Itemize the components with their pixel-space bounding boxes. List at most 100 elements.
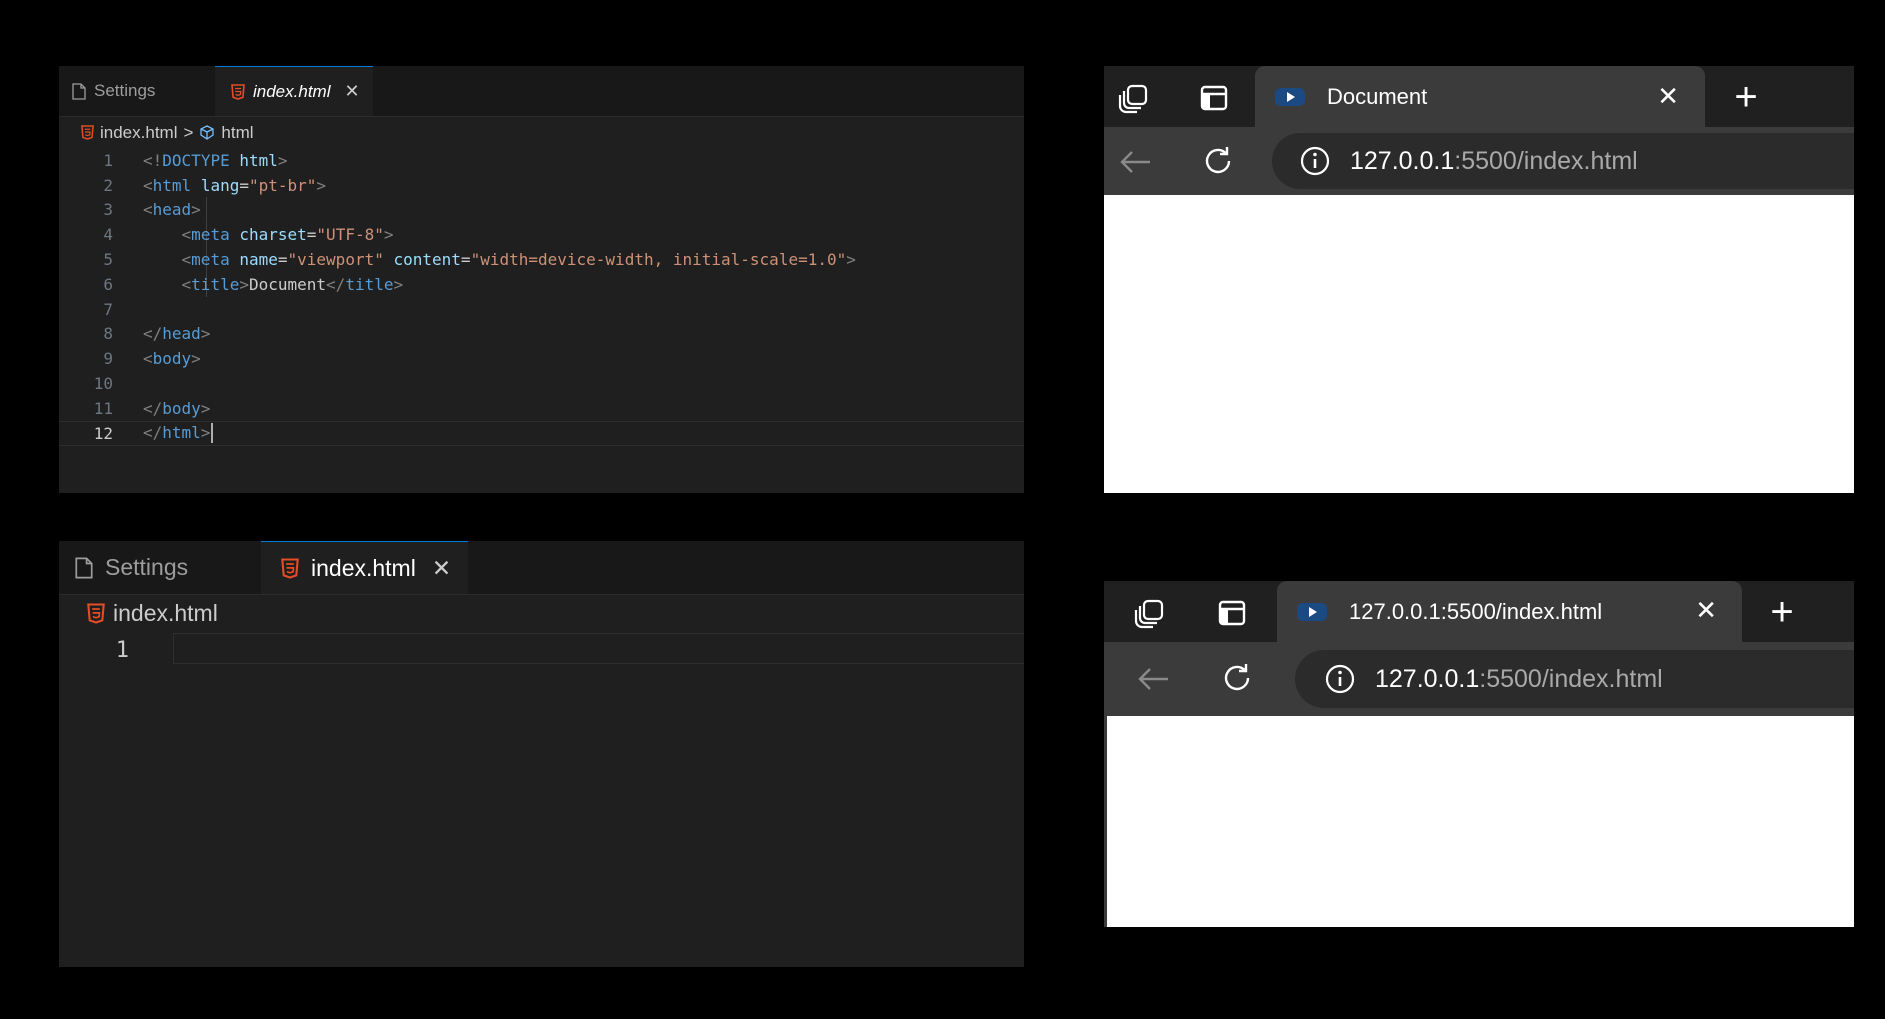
html5-icon <box>231 83 245 100</box>
line-number: 9 <box>103 349 113 369</box>
code-line: 1 <box>59 633 1024 667</box>
code-text: <html lang="pt-br"> <box>143 175 327 195</box>
code-line: 10 <box>59 371 1024 396</box>
file-icon <box>72 82 86 100</box>
line-number: 1 <box>115 637 129 663</box>
text-cursor <box>211 423 214 444</box>
code-text: </body> <box>143 398 211 418</box>
file-icon <box>75 557 93 579</box>
breadcrumb-separator: > <box>183 122 194 142</box>
browser-toolbar: 127.0.0.1:5500/index.html <box>1104 127 1854 195</box>
workspaces-icon[interactable] <box>1114 78 1154 118</box>
tab-index-html[interactable]: index.html ✕ <box>215 66 373 116</box>
page-content <box>1107 716 1854 927</box>
live-server-favicon <box>1275 87 1305 106</box>
code-line: 1 <!DOCTYPE html> <box>59 148 1024 173</box>
line-number: 11 <box>93 398 113 418</box>
code-line: 7 <box>59 297 1024 322</box>
code-line: 2 <html lang="pt-br"> <box>59 173 1024 198</box>
code-line: 5 <meta name="viewport" content="width=d… <box>59 247 1024 272</box>
html5-icon <box>81 125 94 140</box>
code-line: 4 <meta charset="UTF-8"> <box>59 222 1024 247</box>
address-bar[interactable]: 127.0.0.1:5500/index.html <box>1295 650 1854 708</box>
breadcrumb-file[interactable]: index.html <box>113 600 218 627</box>
browser-window-bottom: 127.0.0.1:5500/index.html ✕ + 127.0.0.1:… <box>1104 581 1854 927</box>
address-bar[interactable]: 127.0.0.1:5500/index.html <box>1272 133 1854 189</box>
reload-icon[interactable] <box>1215 656 1259 700</box>
code-line: 3 <head> <box>59 198 1024 223</box>
code-line: 9 <body> <box>59 346 1024 371</box>
workspaces-icon[interactable] <box>1130 593 1170 633</box>
code-text: <meta name="viewport" content="width=dev… <box>181 250 856 270</box>
code-text: </html> <box>143 423 1024 444</box>
code-text: <title>Document</title> <box>181 274 404 294</box>
code-line: 12 </html> <box>59 420 1024 446</box>
html5-icon <box>87 602 105 624</box>
browser-tab-strip: 127.0.0.1:5500/index.html ✕ + <box>1104 581 1854 642</box>
breadcrumb: index.html <box>59 595 1024 631</box>
line-number: 5 <box>103 250 113 270</box>
tab-label: index.html <box>311 554 416 581</box>
tab-actions-icon[interactable] <box>1194 78 1234 118</box>
browser-toolbar: 127.0.0.1:5500/index.html <box>1104 642 1854 716</box>
tab-label: Settings <box>94 81 156 100</box>
code-text: <head> <box>143 200 201 220</box>
current-line-highlight <box>173 633 1024 664</box>
tab-settings[interactable]: Settings <box>59 66 215 116</box>
tab-actions-icon[interactable] <box>1212 593 1252 633</box>
code-editor-top: Settings index.html ✕ index.html > html … <box>59 66 1024 493</box>
back-arrow-icon[interactable] <box>1132 658 1174 700</box>
editor-tab-bar: Settings index.html ✕ <box>59 66 1024 117</box>
line-number: 4 <box>103 225 113 245</box>
close-tab-icon[interactable]: ✕ <box>1695 595 1717 626</box>
close-icon[interactable]: ✕ <box>344 81 359 102</box>
url-path: :5500/index.html <box>1479 664 1663 693</box>
line-number: 1 <box>103 150 113 170</box>
page-content <box>1104 195 1854 493</box>
code-text: <meta charset="UTF-8"> <box>181 225 394 245</box>
code-text: </head> <box>143 324 211 344</box>
line-number: 7 <box>103 299 113 319</box>
breadcrumb-file[interactable]: index.html <box>100 123 177 143</box>
site-info-icon[interactable] <box>1300 146 1330 176</box>
line-number: 8 <box>103 324 113 344</box>
code-editor-bottom: Settings index.html ✕ index.html 1 <box>59 541 1024 967</box>
close-icon[interactable]: ✕ <box>432 555 451 582</box>
tab-index-html[interactable]: index.html ✕ <box>261 541 468 594</box>
line-number: 12 <box>93 423 113 443</box>
code-text: <!DOCTYPE html> <box>143 150 288 170</box>
breadcrumb-element[interactable]: html <box>221 123 253 143</box>
html5-icon <box>281 557 299 579</box>
editor-tab-bar: Settings index.html ✕ <box>59 541 1024 595</box>
cube-icon <box>199 125 215 140</box>
close-tab-icon[interactable]: ✕ <box>1657 81 1679 112</box>
code-area[interactable]: 1 <!DOCTYPE html> 2 <html lang="pt-br"> 3 <he… <box>59 148 1024 446</box>
line-number: 2 <box>103 175 113 195</box>
code-area[interactable]: 1 <box>59 633 1024 667</box>
tab-title: 127.0.0.1:5500/index.html <box>1349 598 1603 624</box>
code-line: 6 <title>Document</title> <box>59 272 1024 297</box>
reload-icon[interactable] <box>1196 139 1240 183</box>
line-number: 3 <box>103 200 113 220</box>
breadcrumb: index.html > html <box>59 117 1024 148</box>
line-number: 6 <box>103 274 113 294</box>
browser-window-top: Document ✕ + 127.0.0.1:5500/index.html <box>1104 66 1854 493</box>
line-number: 10 <box>93 374 113 394</box>
browser-tab-strip: Document ✕ + <box>1104 66 1854 127</box>
new-tab-icon[interactable]: + <box>1759 589 1805 635</box>
back-arrow-icon[interactable] <box>1114 141 1156 183</box>
url-host: 127.0.0.1 <box>1375 664 1480 693</box>
code-line: 8 </head> <box>59 322 1024 347</box>
tab-title: Document <box>1327 83 1428 109</box>
new-tab-icon[interactable]: + <box>1723 74 1769 120</box>
browser-tab-document[interactable]: Document ✕ <box>1255 66 1705 127</box>
live-server-favicon <box>1297 602 1327 621</box>
tab-label: Settings <box>105 554 189 580</box>
url-path: :5500/index.html <box>1454 146 1638 175</box>
code-text: <body> <box>143 349 201 369</box>
tab-settings[interactable]: Settings <box>59 541 261 594</box>
site-info-icon[interactable] <box>1325 664 1355 694</box>
tab-label: index.html <box>253 81 331 101</box>
code-line: 11 </body> <box>59 396 1024 421</box>
browser-tab-localhost[interactable]: 127.0.0.1:5500/index.html ✕ <box>1277 581 1742 642</box>
